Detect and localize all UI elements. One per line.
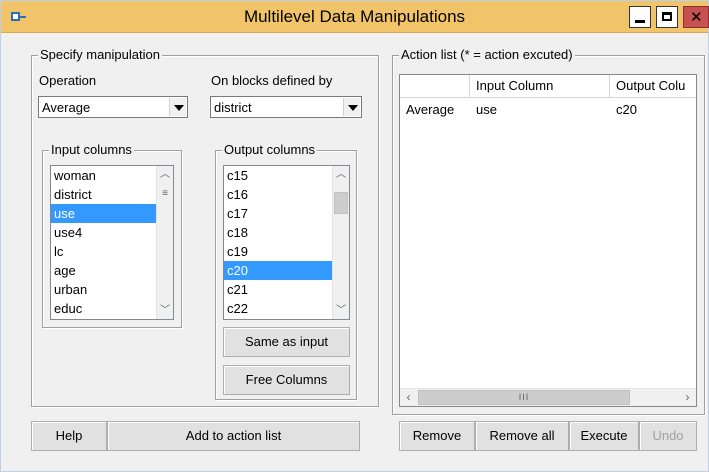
row-output: c20: [616, 102, 637, 117]
free-columns-label: Free Columns: [245, 372, 328, 387]
list-item[interactable]: c17: [224, 204, 349, 223]
action-list-grid[interactable]: Input Column Output Colu Average use c20…: [399, 74, 697, 407]
output-columns-legend: Output columns: [222, 142, 318, 158]
scroll-up-icon[interactable]: ︿: [333, 166, 349, 183]
free-columns-button[interactable]: Free Columns: [223, 365, 350, 395]
chevron-down-icon[interactable]: [169, 98, 186, 116]
execute-label: Execute: [580, 428, 628, 443]
row-operation: Average: [406, 102, 455, 117]
output-columns-list[interactable]: c15 c16 c17 c18 c19 c20 c21 c22 ︿ ﹀: [223, 165, 350, 320]
blocks-select[interactable]: district: [210, 96, 362, 118]
maximize-icon[interactable]: [656, 6, 678, 28]
action-list-hscrollbar[interactable]: ‹ III ›: [400, 388, 696, 406]
list-item[interactable]: educ: [51, 299, 173, 318]
operation-select[interactable]: Average: [38, 96, 188, 118]
list-item[interactable]: c16: [224, 185, 349, 204]
list-item[interactable]: use: [51, 204, 173, 223]
list-item[interactable]: c19: [224, 242, 349, 261]
same-as-input-button[interactable]: Same as input: [223, 327, 350, 357]
help-label: Help: [55, 428, 83, 443]
scroll-right-icon[interactable]: ›: [679, 389, 696, 406]
specify-manipulation-legend: Specify manipulation: [38, 47, 162, 63]
scroll-thumb[interactable]: [334, 192, 348, 214]
dialog-window: Multilevel Data Manipulations ✕ Specify …: [0, 0, 709, 472]
list-item[interactable]: urban: [51, 280, 173, 299]
add-to-action-list-label: Add to action list: [185, 428, 282, 443]
table-row[interactable]: Average use c20: [400, 100, 696, 120]
remove-label: Remove: [412, 428, 462, 443]
input-columns-list[interactable]: woman district use use4 lc age urban educ ︿ ≡ ﹀: [50, 165, 174, 320]
list-item[interactable]: c20: [224, 261, 349, 280]
list-item[interactable]: age: [51, 261, 173, 280]
blocks-label: On blocks defined by: [211, 73, 333, 88]
column-header-output[interactable]: Output Colu: [610, 75, 696, 98]
window-title: Multilevel Data Manipulations: [243, 7, 466, 26]
list-item[interactable]: district: [51, 185, 173, 204]
remove-all-button[interactable]: Remove all: [475, 421, 569, 451]
chevron-down-icon[interactable]: [343, 98, 360, 116]
list-item[interactable]: c22: [224, 299, 349, 318]
output-columns-scrollbar[interactable]: ︿ ﹀: [332, 166, 349, 319]
list-item[interactable]: c18: [224, 223, 349, 242]
title-bar[interactable]: Multilevel Data Manipulations ✕: [1, 1, 709, 33]
list-item[interactable]: c21: [224, 280, 349, 299]
remove-button[interactable]: Remove: [399, 421, 475, 451]
add-to-action-list-button[interactable]: Add to action list: [107, 421, 360, 451]
scroll-thumb[interactable]: ≡: [158, 184, 172, 204]
blocks-value: district: [214, 100, 252, 115]
undo-button[interactable]: Undo: [639, 421, 697, 451]
scroll-left-icon[interactable]: ‹: [400, 389, 417, 406]
action-list-header: Input Column Output Colu: [400, 75, 696, 98]
list-item[interactable]: c15: [224, 166, 349, 185]
operation-label: Operation: [39, 73, 97, 88]
execute-button[interactable]: Execute: [569, 421, 639, 451]
operation-value: Average: [42, 100, 91, 115]
hscroll-grip: III: [518, 392, 530, 402]
column-header-operation[interactable]: [400, 75, 470, 98]
input-columns-legend: Input columns: [49, 142, 134, 158]
input-columns-scrollbar[interactable]: ︿ ≡ ﹀: [156, 166, 173, 319]
minimize-icon[interactable]: [629, 6, 651, 28]
scroll-down-icon[interactable]: ﹀: [157, 302, 173, 319]
column-header-input[interactable]: Input Column: [470, 75, 610, 98]
undo-label: Undo: [652, 428, 684, 443]
close-icon[interactable]: ✕: [683, 6, 709, 28]
same-as-input-label: Same as input: [244, 334, 329, 349]
hscroll-thumb[interactable]: III: [418, 390, 630, 405]
scroll-up-icon[interactable]: ︿: [157, 166, 173, 183]
list-item[interactable]: use4: [51, 223, 173, 242]
remove-all-label: Remove all: [489, 428, 555, 443]
action-list-legend: Action list (* = action excuted): [399, 47, 575, 63]
scroll-down-icon[interactable]: ﹀: [333, 302, 349, 319]
list-item[interactable]: woman: [51, 166, 173, 185]
help-button[interactable]: Help: [31, 421, 107, 451]
row-input: use: [476, 102, 497, 117]
list-item[interactable]: lc: [51, 242, 173, 261]
